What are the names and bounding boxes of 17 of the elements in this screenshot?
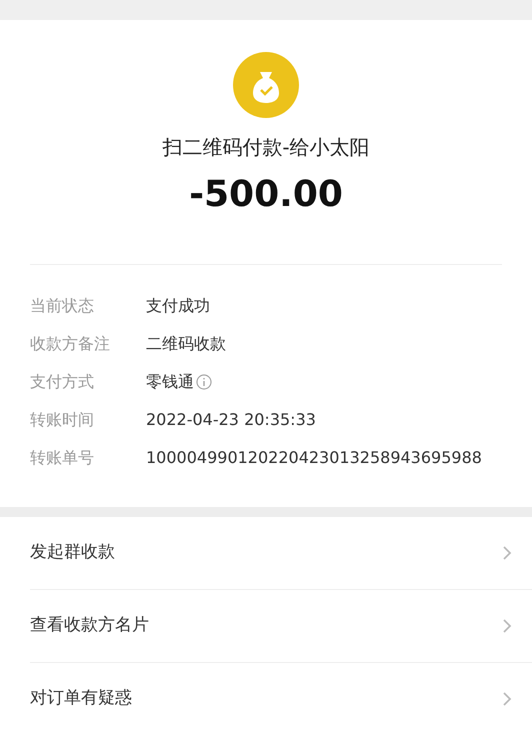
detail-value: 100004990120220423013258943695988 (146, 447, 482, 469)
chevron-icon (502, 545, 512, 561)
detail-value: 零钱通 (146, 371, 194, 393)
info-icon[interactable] (196, 374, 212, 390)
detail-value: 支付成功 (146, 295, 210, 317)
detail-label: 支付方式 (30, 371, 95, 393)
detail-value: 2022-04-23 20:35:33 (146, 409, 316, 431)
money-bag-icon (233, 52, 299, 118)
chevron-icon (502, 618, 512, 634)
payment-amount: -500.00 (189, 173, 343, 217)
detail-label: 收款方备注 (30, 333, 111, 355)
chevron-icon (502, 691, 512, 707)
detail-value: 二维码收款 (146, 333, 226, 355)
detail-label: 转账单号 (30, 447, 95, 469)
detail-label: 当前状态 (30, 295, 95, 317)
payment-title: 扫二维码付款-给小太阳 (162, 134, 370, 161)
detail-label: 转账时间 (30, 409, 95, 431)
